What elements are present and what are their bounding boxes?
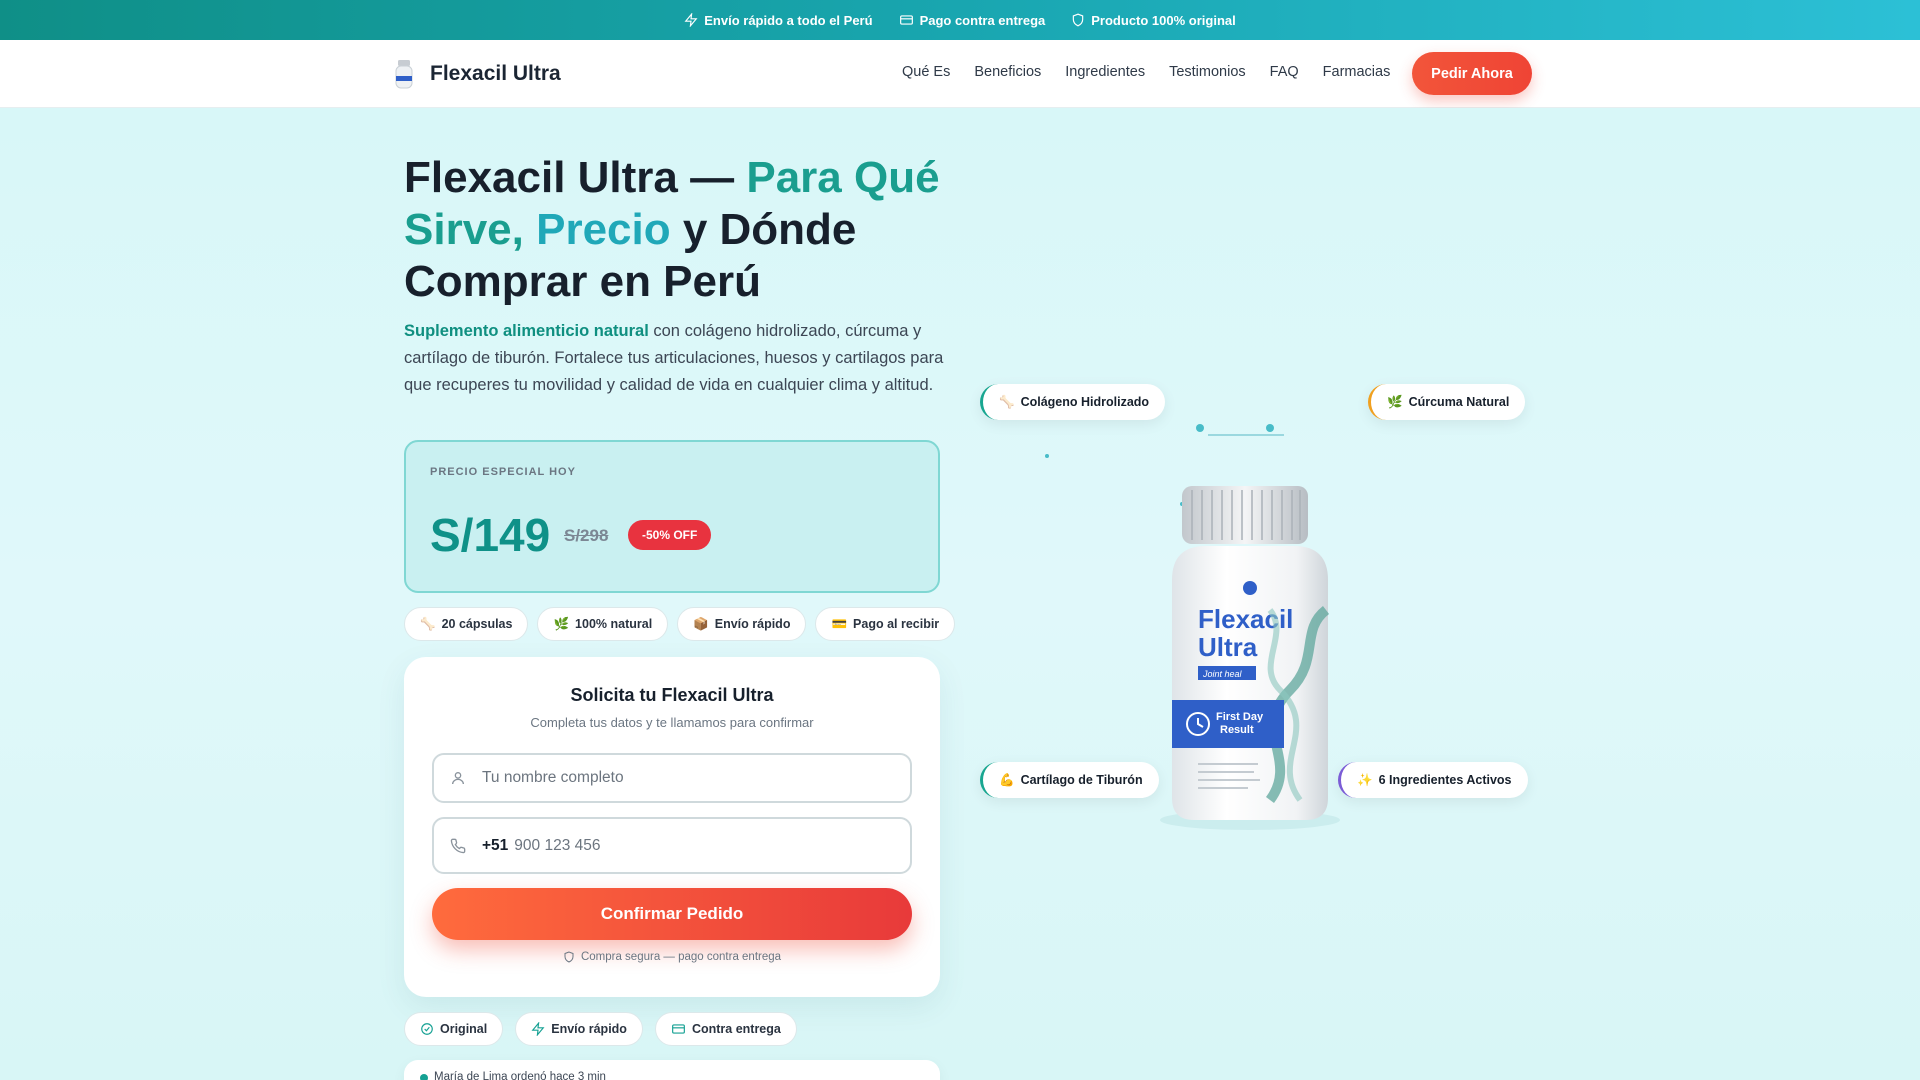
- title-accent2: Precio: [536, 205, 671, 254]
- secure-note: Compra segura — pago contra entrega: [404, 951, 940, 963]
- navbar: Flexacil Ultra Qué Es Beneficios Ingredi…: [0, 40, 1920, 108]
- bottle-band-line1: First Day: [1216, 711, 1264, 723]
- chip-natural-label: 100% natural: [575, 617, 653, 631]
- chip-shipping: 📦 Envío rápido: [677, 607, 807, 641]
- form-title: Solicita tu Flexacil Ultra: [570, 685, 774, 705]
- confirm-order-button[interactable]: Confirmar Pedido: [432, 888, 912, 940]
- chip-capsules: 🦴 20 cápsulas: [404, 607, 529, 641]
- name-input[interactable]: [482, 769, 882, 787]
- shield-icon: [1073, 13, 1084, 27]
- brand-bottle-icon: [395, 60, 413, 89]
- badge-shark-cartilage-label: Cartílago de Tiburón: [1020, 773, 1143, 787]
- trust-original: Original: [404, 1012, 504, 1046]
- product-bottle-image: Flexacil Ultra Joint heal First Day Resu…: [1160, 486, 1340, 830]
- brand[interactable]: Flexacil Ultra: [392, 58, 561, 90]
- badge-active-ingredients-label: 6 Ingredientes Activos: [1378, 773, 1512, 787]
- trust-original-label: Original: [440, 1022, 488, 1036]
- nav-link-beneficios[interactable]: Beneficios: [974, 64, 1041, 80]
- lightning-icon: [531, 1022, 545, 1036]
- phone-field[interactable]: +51: [432, 817, 912, 874]
- announcement-payment: Pago contra entrega: [899, 12, 1046, 28]
- price-box: PRECIO ESPECIAL HOY S/149 S/298 -50% OFF: [404, 440, 940, 593]
- chip-shipping-label: Envío rápido: [714, 617, 791, 631]
- shield-icon: [564, 951, 574, 963]
- package-icon: 📦: [693, 616, 709, 631]
- feature-chips: 🦴 20 cápsulas 🌿 100% natural 📦 Envío rápido…: [404, 607, 956, 641]
- bottle-tagline: Joint heal: [1202, 669, 1243, 679]
- phone-input[interactable]: [514, 836, 865, 855]
- chip-capsules-label: 20 cápsulas: [441, 617, 513, 631]
- price-current: S/149: [430, 509, 551, 561]
- user-icon: [434, 770, 482, 786]
- badge-collagen-label: Colágeno Hidrolizado: [1020, 395, 1150, 409]
- chip-payment: 💳 Pago al recibir: [815, 607, 956, 641]
- trust-cod: Contra entrega: [654, 1012, 797, 1046]
- nav-link-testimonios[interactable]: Testimonios: [1169, 64, 1246, 80]
- discount-badge: -50% OFF: [628, 520, 712, 550]
- nav-links: Qué Es Beneficios Ingredientes Testimoni…: [902, 64, 1390, 80]
- hero-description-strong: Suplemento alimenticio natural: [404, 322, 649, 340]
- bottle-band-line2: Result: [1220, 724, 1254, 736]
- decor-line: [1208, 434, 1284, 436]
- leaf-icon: 🌿: [1387, 394, 1403, 409]
- price-original: S/298: [564, 526, 609, 545]
- card-icon: [899, 15, 913, 25]
- name-field[interactable]: [432, 753, 912, 803]
- leaf-icon: 🌿: [553, 616, 570, 631]
- secure-note-text: Compra segura — pago contra entrega: [580, 951, 782, 963]
- trust-shipping-label: Envío rápido: [551, 1022, 627, 1036]
- live-dot-icon: [420, 1074, 428, 1080]
- decor-dot: [1196, 424, 1204, 432]
- order-form: Solicita tu Flexacil Ultra Completa tus …: [404, 657, 940, 997]
- announcement-shipping: Envío rápido a todo el Perú: [684, 12, 873, 28]
- page-title: Flexacil Ultra — Para Qué Sirve, Precio …: [404, 152, 964, 308]
- bottle-label-line2: Ultra: [1198, 632, 1258, 662]
- brand-name: Flexacil Ultra: [430, 62, 561, 85]
- badge-active-ingredients: ✨ 6 Ingredientes Activos: [1338, 762, 1528, 798]
- recent-order-notification: María de Lima ordenó hace 3 min: [404, 1060, 940, 1080]
- recent-order-text: María de Lima ordenó hace 3 min: [434, 1071, 606, 1080]
- order-now-button[interactable]: Pedir Ahora: [1412, 52, 1532, 95]
- price-tag: PRECIO ESPECIAL HOY: [430, 466, 576, 478]
- title-part1: Flexacil Ultra —: [404, 153, 747, 202]
- lightning-icon: [684, 13, 698, 27]
- bone-icon: 🦴: [420, 616, 436, 631]
- chip-natural: 🌿 100% natural: [537, 607, 669, 641]
- nav-link-faq[interactable]: FAQ: [1270, 64, 1299, 80]
- badge-shark-cartilage: 💪 Cartílago de Tiburón: [980, 762, 1159, 798]
- trust-chips: Original Envío rápido Contra entrega: [404, 1012, 797, 1046]
- chip-payment-label: Pago al recibir: [853, 617, 940, 631]
- announcement-bar: Envío rápido a todo el Perú Pago contra …: [0, 0, 1920, 40]
- announcement-original-label: Producto 100% original: [1091, 12, 1236, 28]
- announcement-payment-label: Pago contra entrega: [919, 12, 1046, 28]
- nav-link-farmacias[interactable]: Farmacias: [1323, 64, 1391, 80]
- credit-card-icon: 💳: [831, 616, 848, 631]
- muscle-icon: 💪: [999, 772, 1015, 787]
- decor-dot: [1045, 454, 1049, 458]
- phone-icon: [434, 838, 482, 854]
- decor-dot: [1266, 424, 1274, 432]
- nav-link-ingredientes[interactable]: Ingredientes: [1065, 64, 1145, 80]
- hero-description: Suplemento alimenticio natural con colág…: [404, 318, 944, 399]
- badge-curcuma: 🌿 Cúrcuma Natural: [1368, 384, 1526, 420]
- badge-curcuma-label: Cúrcuma Natural: [1408, 395, 1510, 409]
- trust-cod-label: Contra entrega: [691, 1022, 781, 1036]
- form-subtitle: Completa tus datos y te llamamos para co…: [530, 715, 814, 730]
- check-circle-icon: [421, 1023, 433, 1035]
- bone-icon: 🦴: [999, 394, 1015, 409]
- badge-collagen: 🦴 Colágeno Hidrolizado: [980, 384, 1166, 420]
- announcement-original: Producto 100% original: [1071, 12, 1236, 28]
- card-icon: [672, 1024, 685, 1034]
- phone-prefix: +51: [482, 836, 509, 854]
- trust-shipping: Envío rápido: [515, 1012, 643, 1046]
- sparkles-icon: ✨: [1357, 772, 1373, 787]
- announcement-shipping-label: Envío rápido a todo el Perú: [704, 12, 873, 28]
- nav-link-que-es[interactable]: Qué Es: [902, 64, 950, 80]
